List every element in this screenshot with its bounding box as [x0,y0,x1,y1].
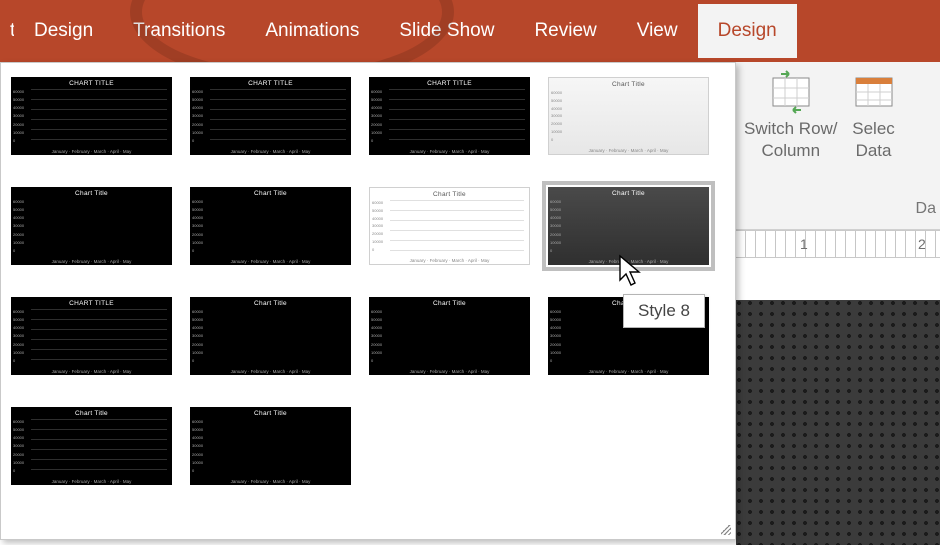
tab-animations[interactable]: Animations [245,4,379,58]
select-data-label-1: Selec [852,118,895,140]
tab-review[interactable]: Review [514,4,616,58]
thumb-y-axis: 6000050000400003000020000100000 [550,309,561,363]
thumb-title: Chart Title [190,190,351,197]
thumb-title: Chart Title [548,300,709,307]
ruler-mark: 2 [918,236,926,252]
chart-style-thumbnail[interactable]: Chart Title 60000500004000030000200001000… [546,295,711,377]
thumb-bars [390,200,524,252]
thumb-title: Chart Title [369,300,530,307]
switch-row-column-button[interactable]: Switch Row/ Column [744,70,838,162]
thumb-title: CHART TITLE [11,80,172,87]
thumb-legend: January · February · March · April · May [548,259,709,264]
thumb-y-axis: 6000050000400003000020000100000 [551,90,562,142]
thumb-y-axis: 6000050000400003000020000100000 [13,309,24,363]
thumb-legend: January · February · March · April · May [11,369,172,374]
thumb-bars [568,309,704,363]
thumb-title: Chart Title [11,190,172,197]
chart-style-thumbnail[interactable]: CHART TITLE 60000500004000030000200001000… [367,75,532,157]
chart-style-thumbnail[interactable]: Chart Title 60000500004000030000200001000… [546,75,711,157]
thumb-bars [210,309,346,363]
thumb-legend: January · February · March · April · May [369,149,530,154]
thumb-legend: January · February · March · April · May [548,369,709,374]
thumb-title: Chart Title [548,190,709,197]
thumb-bars [31,89,167,143]
thumb-y-axis: 6000050000400003000020000100000 [192,419,203,473]
thumb-legend: January · February · March · April · May [370,258,529,263]
tab-design-left[interactable]: Design [14,4,113,58]
thumb-bars [31,309,167,363]
chart-style-thumbnail[interactable]: CHART TITLE 60000500004000030000200001000… [188,75,353,157]
tab-transitions[interactable]: Transitions [113,4,245,58]
thumb-title: Chart Title [370,191,529,198]
switch-row-column-label-2: Column [761,140,820,162]
thumb-legend: January · February · March · April · May [190,479,351,484]
thumb-title: Chart Title [190,300,351,307]
thumb-legend: January · February · March · April · May [549,148,708,153]
thumb-bars [389,89,525,143]
chart-style-thumbnail[interactable]: CHART TITLE 60000500004000030000200001000… [9,295,174,377]
chart-style-thumbnail[interactable]: CHART TITLE 60000500004000030000200001000… [9,75,174,157]
chart-style-thumbnail[interactable]: Chart Title 60000500004000030000200001000… [9,405,174,487]
chart-style-thumbnail[interactable]: Chart Title 60000500004000030000200001000… [546,185,711,267]
ruler-mark: 1 [800,236,808,252]
ruler: 1 2 [736,230,940,258]
tab-view[interactable]: View [617,4,698,58]
slide-area [736,300,940,545]
chart-style-thumbnail[interactable]: Chart Title 60000500004000030000200001000… [188,295,353,377]
resize-grip-icon[interactable] [721,525,731,535]
thumb-bars [210,419,346,473]
select-data-icon [852,70,896,114]
thumb-legend: January · February · March · April · May [190,259,351,264]
chart-style-thumbnail[interactable]: Chart Title 60000500004000030000200001000… [367,295,532,377]
thumb-y-axis: 6000050000400003000020000100000 [192,309,203,363]
thumb-title: Chart Title [11,410,172,417]
thumb-title: Chart Title [190,410,351,417]
thumb-bars [210,89,346,143]
thumb-title: CHART TITLE [369,80,530,87]
thumb-legend: January · February · March · April · May [369,369,530,374]
thumb-title: CHART TITLE [11,300,172,307]
thumb-title: CHART TITLE [190,80,351,87]
thumb-bars [31,419,167,473]
chart-style-thumbnail[interactable]: Chart Title 60000500004000030000200001000… [9,185,174,267]
thumb-y-axis: 6000050000400003000020000100000 [371,89,382,143]
thumb-legend: January · February · March · April · May [11,149,172,154]
chart-style-thumbnail[interactable]: Chart Title 60000500004000030000200001000… [188,405,353,487]
thumb-y-axis: 6000050000400003000020000100000 [192,199,203,253]
tab-slide-show[interactable]: Slide Show [379,4,514,58]
thumb-bars [31,199,167,253]
thumb-bars [210,199,346,253]
thumb-legend: January · February · March · April · May [190,149,351,154]
thumb-y-axis: 6000050000400003000020000100000 [192,89,203,143]
thumb-legend: January · February · March · April · May [190,369,351,374]
thumb-legend: January · February · March · April · May [11,259,172,264]
thumb-bars [568,199,704,253]
thumb-y-axis: 6000050000400003000020000100000 [371,309,382,363]
chart-styles-gallery: CHART TITLE 60000500004000030000200001000… [0,62,736,540]
select-data-button[interactable]: Selec Data [852,70,896,162]
switch-row-column-label-1: Switch Row/ [744,118,838,140]
thumb-y-axis: 6000050000400003000020000100000 [13,199,24,253]
chart-style-thumbnail[interactable]: Chart Title 60000500004000030000200001000… [367,185,532,267]
thumb-title: Chart Title [549,81,708,88]
ribbon-group-label: Da [744,200,940,218]
thumb-y-axis: 6000050000400003000020000100000 [550,199,561,253]
chart-style-thumbnail[interactable]: Chart Title 60000500004000030000200001000… [188,185,353,267]
thumb-y-axis: 6000050000400003000020000100000 [13,419,24,473]
thumb-bars [389,309,525,363]
ribbon-tabs: t Design Transitions Animations Slide Sh… [0,0,940,62]
thumb-legend: January · February · March · April · May [11,479,172,484]
tab-chart-design[interactable]: Design [698,4,797,58]
thumb-y-axis: 6000050000400003000020000100000 [372,200,383,252]
select-data-label-2: Data [856,140,892,162]
thumb-bars [569,90,703,142]
thumb-y-axis: 6000050000400003000020000100000 [13,89,24,143]
switch-row-column-icon [769,70,813,114]
